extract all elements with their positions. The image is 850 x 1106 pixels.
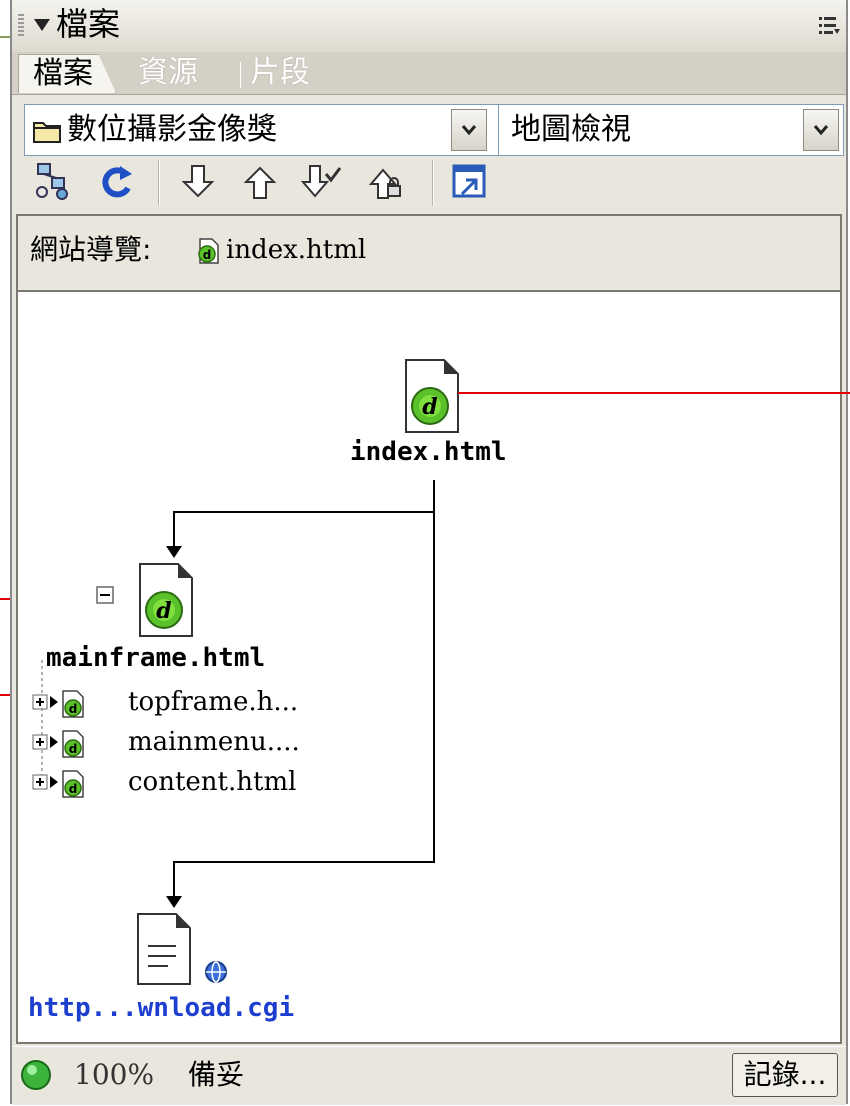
status-bar: 100% 備妥 記錄...	[12, 1046, 846, 1105]
collapse-arrow-icon[interactable]	[34, 19, 50, 31]
annotation-line	[458, 392, 850, 394]
toolbar-divider	[432, 160, 433, 206]
external-link-page-icon[interactable]	[134, 912, 194, 988]
child-page-label: topframe.h...	[128, 687, 299, 717]
grip-icon[interactable]	[18, 14, 24, 38]
list-item[interactable]: d content.html	[32, 766, 352, 800]
svg-text:d: d	[69, 702, 78, 716]
collapse-node-icon[interactable]	[96, 586, 114, 604]
toolbar	[12, 156, 846, 212]
svg-text:d: d	[69, 782, 78, 796]
svg-text:d: d	[69, 742, 78, 756]
svg-text:d: d	[422, 394, 437, 420]
html-file-icon: d	[62, 690, 84, 718]
status-indicator-icon	[21, 1060, 51, 1090]
panel-title-bar[interactable]: 檔案	[12, 0, 846, 53]
view-select-dropdown-button[interactable]	[803, 109, 839, 151]
site-select[interactable]: 數位攝影金像獎	[24, 104, 500, 156]
expand-icon[interactable]	[448, 160, 492, 204]
tab-files[interactable]: 檔案	[18, 54, 116, 93]
files-panel: 檔案 檔案 資源 片段 數位攝影金像獎 地圖檢視 網站導覽: d index.h…	[10, 0, 848, 1105]
chevron-down-icon	[813, 125, 829, 136]
mainframe-page-label[interactable]: mainframe.html	[46, 642, 265, 674]
link-arrow-icon	[50, 776, 58, 788]
external-link-label[interactable]: http...wnload.cgi	[28, 992, 294, 1024]
panel-title: 檔案	[56, 5, 121, 43]
get-icon[interactable]	[176, 160, 220, 204]
connect-icon[interactable]	[32, 160, 76, 204]
toolbar-divider	[158, 160, 159, 206]
root-page-label[interactable]: index.html	[350, 436, 507, 468]
chevron-down-icon	[461, 125, 477, 136]
status-text: 備妥	[188, 1058, 245, 1091]
list-item[interactable]: d topframe.h...	[32, 686, 352, 720]
list-item[interactable]: d mainmenu....	[32, 726, 352, 760]
root-page-icon[interactable]: d	[402, 358, 462, 436]
site-navigation-bar: 網站導覽: d index.html	[18, 216, 840, 292]
log-button[interactable]: 記錄...	[732, 1053, 838, 1097]
expand-node-icon[interactable]	[32, 694, 48, 710]
html-file-icon[interactable]: d	[196, 238, 220, 264]
svg-text:d: d	[203, 248, 212, 262]
view-select[interactable]: 地圖檢視	[498, 104, 844, 156]
child-page-label: mainmenu....	[128, 727, 300, 757]
site-select-dropdown-button[interactable]	[451, 109, 487, 151]
options-menu-icon[interactable]	[818, 14, 840, 36]
view-select-value: 地圖檢視	[511, 112, 631, 147]
globe-icon	[205, 961, 227, 983]
svg-text:d: d	[156, 598, 171, 624]
refresh-icon[interactable]	[94, 160, 138, 204]
panel-tabs: 檔案 資源 片段	[12, 52, 846, 95]
tab-assets[interactable]: 資源	[138, 54, 198, 92]
link-arrow-icon	[50, 696, 58, 708]
site-select-value: 數位攝影金像獎	[67, 112, 277, 147]
folder-icon	[33, 122, 61, 143]
html-file-icon: d	[62, 770, 84, 798]
site-map-view[interactable]: 網站導覽: d index.html d index.html d mainfr…	[16, 214, 842, 1044]
expand-node-icon[interactable]	[32, 774, 48, 790]
child-page-label: content.html	[128, 767, 297, 797]
zoom-level: 100%	[74, 1058, 155, 1091]
check-out-icon[interactable]	[300, 160, 344, 204]
expand-node-icon[interactable]	[32, 734, 48, 750]
link-arrow-icon	[50, 736, 58, 748]
put-icon[interactable]	[238, 160, 282, 204]
site-navigation-file[interactable]: index.html	[226, 230, 366, 270]
check-in-icon[interactable]	[364, 160, 408, 204]
mainframe-page-icon[interactable]: d	[136, 562, 196, 640]
site-navigation-label: 網站導覽:	[30, 233, 152, 266]
html-file-icon: d	[62, 730, 84, 758]
tab-divider	[240, 62, 241, 88]
tab-snippets[interactable]: 片段	[250, 54, 310, 92]
